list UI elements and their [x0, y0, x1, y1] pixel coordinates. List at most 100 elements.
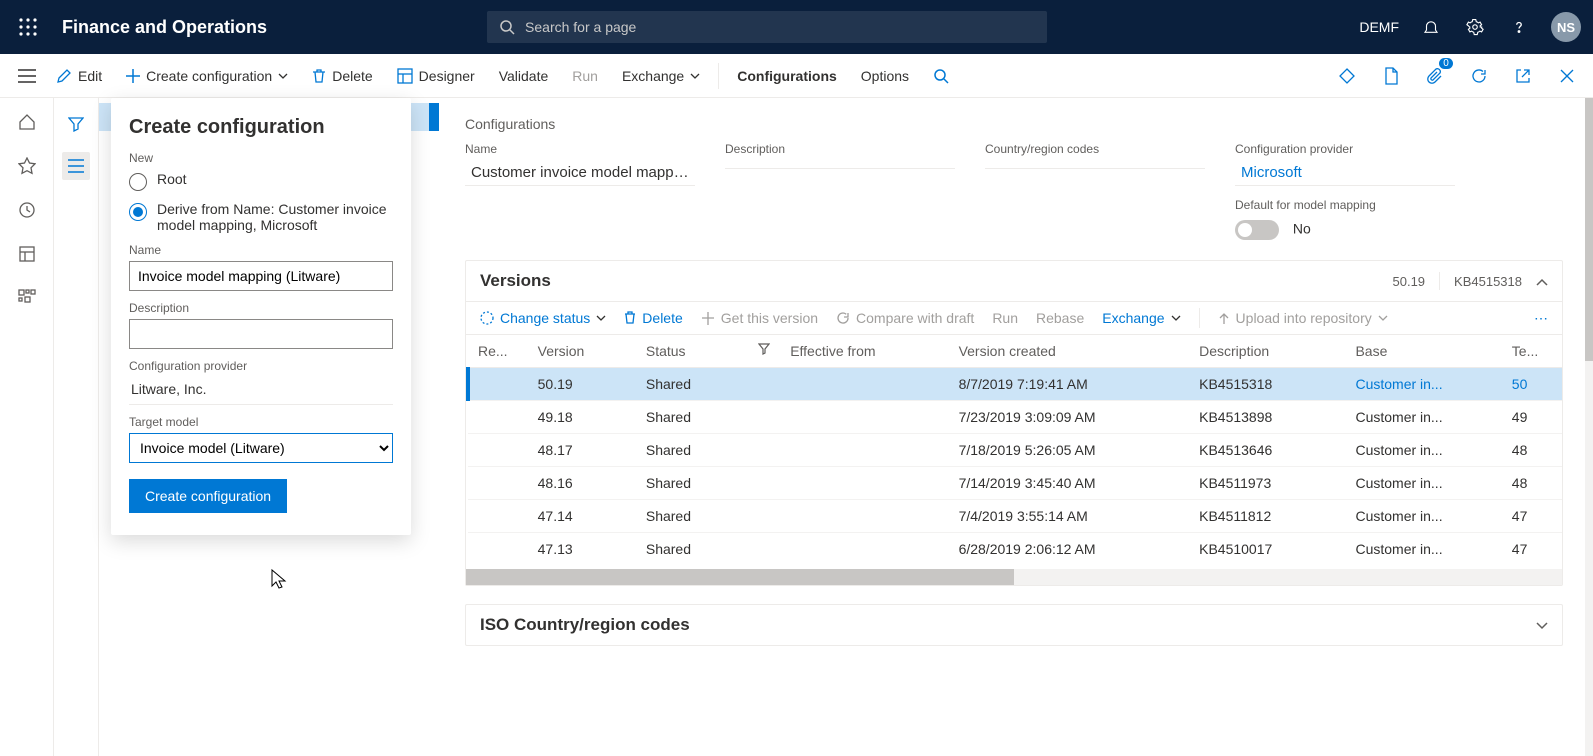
refresh-icon[interactable] — [1465, 62, 1493, 90]
table-row[interactable]: 47.14Shared7/4/2019 3:55:14 AMKB4511812C… — [468, 500, 1562, 533]
help-icon[interactable] — [1507, 15, 1531, 39]
bell-icon[interactable] — [1419, 15, 1443, 39]
description-field-value[interactable] — [725, 160, 955, 169]
list-view-icon[interactable] — [62, 152, 90, 180]
exchange-button[interactable]: Exchange — [612, 58, 710, 94]
chevron-down-icon — [596, 315, 606, 321]
chevron-down-icon — [1171, 315, 1181, 321]
table-row[interactable]: 49.18Shared7/23/2019 3:09:09 AMKB4513898… — [468, 401, 1562, 434]
workspace-icon[interactable] — [15, 242, 39, 266]
codes-field-value[interactable] — [985, 160, 1205, 169]
get-version-button: Get this version — [701, 310, 818, 326]
filter-icon[interactable] — [62, 110, 90, 138]
default-mapping-label: Default for model mapping — [1235, 198, 1455, 212]
document-icon[interactable] — [1377, 62, 1405, 90]
chevron-down-icon — [690, 73, 700, 79]
new-label: New — [129, 151, 393, 165]
kb-meta: KB4515318 — [1454, 274, 1522, 289]
radio-derive[interactable]: Derive from Name: Customer invoice model… — [129, 201, 393, 233]
clock-icon[interactable] — [15, 198, 39, 222]
default-mapping-value: No — [1293, 221, 1311, 237]
radio-root[interactable]: Root — [129, 171, 393, 191]
provider-field-label: Configuration provider — [1235, 142, 1455, 156]
close-icon[interactable] — [1553, 62, 1581, 90]
change-status-button[interactable]: Change status — [480, 310, 606, 326]
popout-icon[interactable] — [1509, 62, 1537, 90]
column-header[interactable]: Te... — [1502, 335, 1562, 368]
column-header[interactable]: Effective from — [780, 335, 948, 368]
expand-icon[interactable] — [1536, 618, 1548, 633]
table-row[interactable]: 48.17Shared7/18/2019 5:26:05 AMKB4513646… — [468, 434, 1562, 467]
radio-icon — [129, 203, 147, 221]
attachment-icon[interactable]: 0 — [1421, 62, 1449, 90]
run-button: Run — [562, 58, 608, 94]
table-row[interactable]: 47.13Shared6/28/2019 2:06:12 AMKB4510017… — [468, 533, 1562, 566]
app-launcher-icon[interactable] — [12, 11, 44, 43]
dialog-title: Create configuration — [129, 116, 393, 139]
star-icon[interactable] — [15, 154, 39, 178]
global-search[interactable]: Search for a page — [487, 11, 1047, 43]
validate-button[interactable]: Validate — [489, 58, 559, 94]
column-header[interactable]: Version — [528, 335, 636, 368]
chevron-down-icon — [1378, 315, 1388, 321]
hamburger-icon[interactable] — [12, 69, 42, 83]
codes-field-label: Country/region codes — [985, 142, 1205, 156]
more-icon[interactable]: ⋯ — [1534, 310, 1548, 327]
version-exchange-button[interactable]: Exchange — [1102, 310, 1180, 326]
provider-label: Configuration provider — [129, 359, 393, 373]
diamond-icon[interactable] — [1333, 62, 1361, 90]
search-placeholder: Search for a page — [525, 19, 636, 35]
upload-repository-button: Upload into repository — [1218, 310, 1388, 326]
column-header[interactable]: Version created — [949, 335, 1190, 368]
column-header[interactable]: Re... — [468, 335, 528, 368]
column-header[interactable]: Description — [1189, 335, 1345, 368]
app-title: Finance and Operations — [62, 17, 267, 38]
description-label: Description — [129, 301, 393, 315]
name-input[interactable] — [129, 261, 393, 291]
default-mapping-toggle[interactable] — [1235, 220, 1279, 240]
create-configuration-dialog: Create configuration New Root Derive fro… — [111, 98, 411, 535]
modules-icon[interactable] — [15, 286, 39, 310]
chevron-down-icon — [278, 73, 288, 79]
horizontal-scrollbar[interactable] — [466, 569, 1562, 585]
name-label: Name — [129, 243, 393, 257]
home-icon[interactable] — [15, 110, 39, 134]
column-header[interactable]: Status — [636, 335, 780, 368]
description-field-label: Description — [725, 142, 955, 156]
options-tab[interactable]: Options — [851, 58, 919, 94]
table-row[interactable]: 50.19Shared8/7/2019 7:19:41 AMKB4515318C… — [468, 368, 1562, 401]
company-code[interactable]: DEMF — [1359, 19, 1399, 35]
versions-title: Versions — [480, 271, 551, 291]
iso-codes-panel[interactable]: ISO Country/region codes — [465, 604, 1563, 646]
column-header[interactable]: Base — [1345, 335, 1501, 368]
name-field-value[interactable]: Customer invoice model mappi... — [465, 160, 695, 186]
versions-panel: Versions 50.19 KB4515318 Change status D… — [465, 260, 1563, 586]
provider-value: Litware, Inc. — [129, 377, 393, 405]
edit-button[interactable]: Edit — [46, 58, 112, 94]
delete-button[interactable]: Delete — [302, 58, 382, 94]
create-configuration-submit[interactable]: Create configuration — [129, 479, 287, 513]
target-model-select[interactable]: Invoice model (Litware) — [129, 433, 393, 463]
table-row[interactable]: 48.16Shared7/14/2019 3:45:40 AMKB4511973… — [468, 467, 1562, 500]
description-input[interactable] — [129, 319, 393, 349]
create-configuration-button[interactable]: Create configuration — [116, 58, 298, 94]
avatar[interactable]: NS — [1551, 12, 1581, 42]
iso-title: ISO Country/region codes — [480, 615, 690, 635]
name-field-label: Name — [465, 142, 695, 156]
cursor-icon — [269, 568, 289, 592]
vertical-scrollbar[interactable] — [1585, 98, 1593, 756]
configurations-tab[interactable]: Configurations — [727, 58, 847, 94]
rebase-button: Rebase — [1036, 310, 1084, 326]
designer-button[interactable]: Designer — [387, 58, 485, 94]
collapse-icon[interactable] — [1536, 274, 1548, 289]
gear-icon[interactable] — [1463, 15, 1487, 39]
compare-draft-button: Compare with draft — [836, 310, 974, 326]
search-commandbar-icon[interactable] — [923, 58, 959, 94]
separator — [718, 63, 719, 89]
radio-icon — [129, 173, 147, 191]
version-run-button: Run — [992, 310, 1018, 326]
version-delete-button[interactable]: Delete — [624, 310, 682, 326]
versions-grid[interactable]: Re...VersionStatusEffective fromVersion … — [466, 335, 1562, 565]
provider-link[interactable]: Microsoft — [1235, 160, 1455, 186]
configuration-tree[interactable]: Create configuration New Root Derive fro… — [99, 98, 439, 756]
